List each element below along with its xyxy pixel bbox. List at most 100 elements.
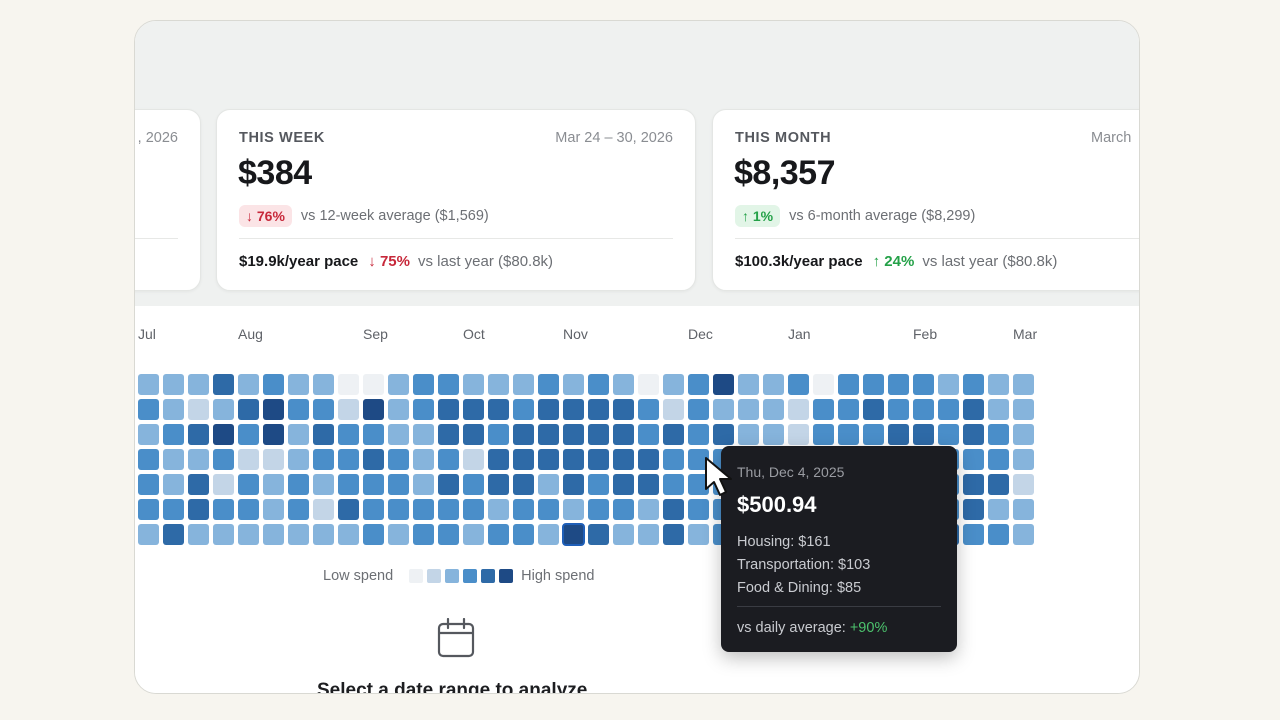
heatmap-day-cell[interactable] — [263, 424, 284, 445]
heatmap-day-cell[interactable] — [388, 399, 409, 420]
heatmap-day-cell[interactable] — [163, 374, 184, 395]
heatmap-day-cell[interactable] — [688, 399, 709, 420]
heatmap-day-cell[interactable] — [638, 524, 659, 545]
heatmap-day-cell[interactable] — [138, 374, 159, 395]
heatmap-day-cell[interactable] — [638, 374, 659, 395]
heatmap-day-cell[interactable] — [988, 424, 1009, 445]
heatmap-day-cell[interactable] — [913, 374, 934, 395]
heatmap-day-cell[interactable] — [863, 374, 884, 395]
heatmap-day-cell[interactable] — [438, 424, 459, 445]
heatmap-day-cell[interactable] — [913, 424, 934, 445]
heatmap-day-cell[interactable] — [588, 474, 609, 495]
heatmap-day-cell[interactable] — [813, 424, 834, 445]
heatmap-day-cell[interactable] — [638, 474, 659, 495]
heatmap-day-cell[interactable] — [338, 524, 359, 545]
heatmap-day-cell[interactable] — [613, 449, 634, 470]
heatmap-day-cell[interactable] — [488, 524, 509, 545]
heatmap-day-cell[interactable] — [488, 399, 509, 420]
heatmap-day-cell[interactable] — [288, 424, 309, 445]
heatmap-day-cell[interactable] — [463, 524, 484, 545]
heatmap-day-cell[interactable] — [1013, 474, 1034, 495]
heatmap-day-cell[interactable] — [463, 424, 484, 445]
heatmap-day-cell[interactable] — [238, 374, 259, 395]
heatmap-day-cell[interactable] — [763, 399, 784, 420]
heatmap-day-cell[interactable] — [238, 474, 259, 495]
heatmap-day-cell[interactable] — [313, 449, 334, 470]
heatmap-day-cell[interactable] — [963, 524, 984, 545]
heatmap-day-cell[interactable] — [1013, 399, 1034, 420]
heatmap-day-cell[interactable] — [213, 499, 234, 520]
heatmap-day-cell[interactable] — [313, 474, 334, 495]
heatmap-day-cell[interactable] — [513, 449, 534, 470]
heatmap-day-cell[interactable] — [138, 499, 159, 520]
heatmap-day-cell[interactable] — [463, 499, 484, 520]
heatmap-day-cell[interactable] — [663, 424, 684, 445]
heatmap-day-cell[interactable] — [338, 449, 359, 470]
heatmap-day-cell[interactable] — [363, 399, 384, 420]
heatmap-day-cell[interactable] — [388, 499, 409, 520]
heatmap-day-cell[interactable] — [213, 374, 234, 395]
heatmap-day-cell[interactable] — [988, 499, 1009, 520]
heatmap-day-cell[interactable] — [288, 524, 309, 545]
heatmap-day-cell[interactable] — [613, 499, 634, 520]
heatmap-day-cell[interactable] — [188, 449, 209, 470]
heatmap-day-cell[interactable] — [238, 499, 259, 520]
heatmap-day-cell[interactable] — [613, 424, 634, 445]
heatmap-day-cell[interactable] — [938, 374, 959, 395]
heatmap-day-cell[interactable] — [288, 399, 309, 420]
heatmap-day-cell[interactable] — [663, 524, 684, 545]
heatmap-day-cell[interactable] — [163, 499, 184, 520]
heatmap-day-cell[interactable] — [963, 499, 984, 520]
this-month-card[interactable]: THIS MONTH March $8,357 ↑ 1% vs 6-month … — [712, 109, 1139, 291]
heatmap-day-cell[interactable] — [963, 374, 984, 395]
heatmap-day-cell[interactable] — [713, 374, 734, 395]
heatmap-day-cell[interactable] — [238, 424, 259, 445]
heatmap-day-cell[interactable] — [463, 449, 484, 470]
heatmap-day-cell[interactable] — [188, 474, 209, 495]
heatmap-day-cell[interactable] — [163, 399, 184, 420]
heatmap-day-cell[interactable] — [638, 399, 659, 420]
heatmap-day-cell[interactable] — [363, 474, 384, 495]
heatmap-day-cell[interactable] — [588, 449, 609, 470]
heatmap-day-cell[interactable] — [163, 424, 184, 445]
heatmap-day-cell[interactable] — [513, 424, 534, 445]
heatmap-day-cell[interactable] — [563, 449, 584, 470]
heatmap-day-cell[interactable] — [813, 374, 834, 395]
heatmap-day-cell[interactable] — [538, 524, 559, 545]
heatmap-day-cell[interactable] — [988, 449, 1009, 470]
heatmap-day-cell[interactable] — [763, 374, 784, 395]
heatmap-day-cell[interactable] — [463, 374, 484, 395]
heatmap-day-cell[interactable] — [338, 474, 359, 495]
heatmap-day-cell[interactable] — [338, 499, 359, 520]
heatmap-day-cell[interactable] — [138, 449, 159, 470]
heatmap-day-cell[interactable] — [338, 399, 359, 420]
heatmap-day-cell[interactable] — [163, 524, 184, 545]
heatmap-day-cell[interactable] — [263, 524, 284, 545]
heatmap-day-cell[interactable] — [588, 374, 609, 395]
heatmap-day-cell[interactable] — [438, 524, 459, 545]
heatmap-day-cell[interactable] — [663, 449, 684, 470]
heatmap-day-cell[interactable] — [438, 499, 459, 520]
heatmap-day-cell[interactable] — [288, 449, 309, 470]
heatmap-day-cell[interactable] — [238, 399, 259, 420]
heatmap-day-cell[interactable] — [163, 474, 184, 495]
heatmap-day-cell[interactable] — [988, 524, 1009, 545]
heatmap-day-cell[interactable] — [488, 449, 509, 470]
previous-period-card[interactable]: , 2026 — [135, 109, 201, 291]
heatmap-day-cell[interactable] — [663, 474, 684, 495]
heatmap-day-cell[interactable] — [788, 424, 809, 445]
heatmap-day-cell[interactable] — [438, 474, 459, 495]
heatmap-day-cell[interactable] — [738, 374, 759, 395]
heatmap-day-cell[interactable] — [963, 399, 984, 420]
heatmap-day-cell[interactable] — [713, 399, 734, 420]
heatmap-day-cell[interactable] — [688, 374, 709, 395]
heatmap-day-cell[interactable] — [388, 374, 409, 395]
heatmap-day-cell[interactable] — [513, 499, 534, 520]
heatmap-day-cell[interactable] — [288, 499, 309, 520]
heatmap-day-cell[interactable] — [213, 449, 234, 470]
heatmap-day-cell[interactable] — [888, 374, 909, 395]
heatmap-day-cell[interactable] — [563, 499, 584, 520]
heatmap-day-cell[interactable] — [213, 424, 234, 445]
heatmap-day-cell[interactable] — [588, 524, 609, 545]
heatmap-day-cell[interactable] — [538, 499, 559, 520]
